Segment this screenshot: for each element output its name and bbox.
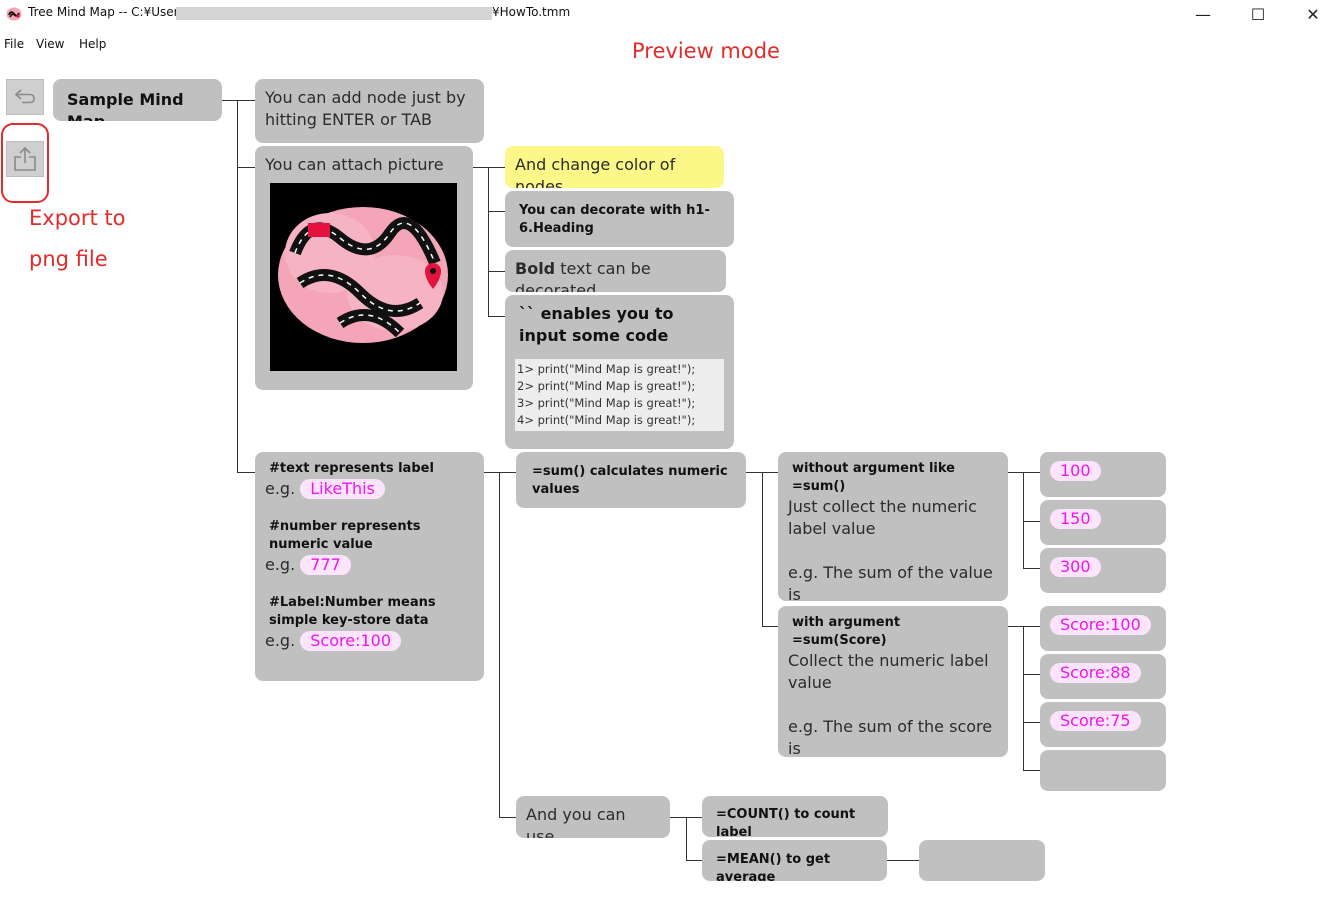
with-arg-example: e.g. The sum of the score is [788,717,993,757]
node-value-300[interactable]: 300 [1040,548,1166,593]
node-value-150[interactable]: 150 [1040,500,1166,545]
with-arg-description: Collect the numeric label value [788,651,989,692]
node-attach-picture[interactable]: You can attach picture [255,146,473,390]
node-mean[interactable]: =MEAN() to get average [702,840,887,881]
score-pill: Score:75 [1050,711,1141,731]
value-pill: 150 [1050,509,1101,529]
node-sum[interactable]: =sum() calculates numeric values [516,452,746,508]
mind-map-logo-image [270,183,457,371]
node-and-you-can-use[interactable]: And you can use... [516,796,670,838]
code-line: 1> print("Mind Map is great!"); [517,362,696,376]
value-pill: 100 [1050,461,1101,481]
menu-help[interactable]: Help [79,37,106,51]
minimize-button[interactable]: — [1180,0,1226,28]
menu-file[interactable]: File [4,37,24,51]
number-pill: 777 [300,555,351,575]
window-title-filename: ¥HowTo.tmm [492,5,571,19]
code-line: 4> print("Mind Map is great!"); [517,413,696,427]
code-block: 1> print("Mind Map is great!"); 2> print… [515,359,724,431]
export-upload-icon [14,146,36,171]
code-line: 2> print("Mind Map is great!"); [517,379,696,393]
redacted-path [176,7,492,20]
back-button[interactable] [6,79,44,115]
mean-text: =MEAN() to get average [716,852,831,881]
with-arg-heading: with argument =sum(Score) [792,615,901,648]
export-annotation-line2: png file [29,247,108,271]
node-score-100[interactable]: Score:100 [1040,606,1166,651]
score-pill: Score:88 [1050,663,1141,683]
sum-text: =sum() calculates numeric values [532,464,728,497]
node-empty-mean[interactable] [919,840,1045,881]
change-color-text: And change color of nodes [515,155,676,188]
undo-arrow-icon [14,89,35,104]
node-label-types[interactable]: #text represents label e.g. LikeThis #nu… [255,452,484,681]
eg-label: e.g. [265,479,296,498]
bold-word: Bold [515,259,556,278]
node-change-color[interactable]: And change color of nodes [505,146,724,188]
attach-picture-text: You can attach picture [265,155,444,174]
add-node-text: You can add node just by hitting ENTER o… [265,88,466,129]
root-label: Sample Mind Map [67,90,184,121]
node-root[interactable]: Sample Mind Map [53,79,222,121]
node-score-88[interactable]: Score:88 [1040,654,1166,699]
node-sum-no-argument[interactable]: without argument like =sum() Just collec… [778,452,1008,601]
eg-label: e.g. [265,631,296,650]
menu-view[interactable]: View [36,37,64,51]
export-annotation-line1: Export to [29,206,126,230]
preview-mode-annotation: Preview mode [632,39,780,63]
code-line: 3> print("Mind Map is great!"); [517,396,696,410]
eg-label: e.g. [265,555,296,574]
use-text: And you can use... [526,805,626,838]
label-pill: LikeThis [300,479,385,499]
node-count[interactable]: =COUNT() to count label [702,796,888,837]
node-score-75[interactable]: Score:75 [1040,702,1166,747]
text-label-heading: #text represents label [269,461,434,476]
app-logo-icon [6,7,22,21]
count-text: =COUNT() to count label [716,807,856,837]
key-store-heading: #Label:Number means simple key-store dat… [269,595,436,628]
maximize-button[interactable]: ☐ [1235,0,1281,28]
node-add-node[interactable]: You can add node just by hitting ENTER o… [255,79,484,143]
value-pill: 300 [1050,557,1101,577]
no-arg-heading: without argument like =sum() [792,461,955,494]
no-arg-description: Just collect the numeric label value [788,497,977,538]
node-bold-text[interactable]: Bold text can be decorated [505,250,726,292]
node-sum-with-argument[interactable]: with argument =sum(Score) Collect the nu… [778,606,1008,757]
window-title: Tree Mind Map -- C:¥Users¥ [28,5,193,19]
node-decorate-heading[interactable]: You can decorate with h1-6.Heading [505,191,734,247]
score-pill: Score:100 [1050,615,1151,635]
number-heading: #number represents numeric value [269,519,421,552]
close-button[interactable]: ✕ [1290,0,1336,28]
code-title: `` enables you to input some code [519,304,674,345]
key-store-pill: Score:100 [300,631,402,651]
node-value-100[interactable]: 100 [1040,452,1166,497]
no-arg-example: e.g. The sum of the value is [788,563,993,601]
decorate-heading-text: You can decorate with h1-6.Heading [519,203,710,236]
node-code[interactable]: `` enables you to input some code 1> pri… [505,295,734,449]
node-empty-score[interactable] [1040,750,1166,791]
export-png-button[interactable] [6,141,44,177]
